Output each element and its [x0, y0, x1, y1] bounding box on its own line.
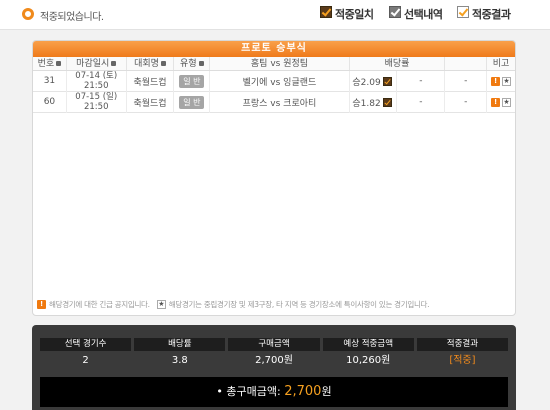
total-unit: 원 [321, 385, 332, 398]
table-row: 31 07-14 (토) 21:50 축월드컵 일 반 벨기에 vs 잉글랜드 … [33, 70, 515, 92]
row-deadline: 07-14 (토) 21:50 [67, 70, 127, 92]
warning-icon[interactable]: ! [491, 97, 501, 107]
notice-urgent: 해당경기에 대한 긴급 공지입니다. [49, 300, 150, 309]
odds-draw: - [397, 70, 446, 92]
status-message: 적중되었습니다. [40, 12, 104, 23]
notice-venue: 해당경기는 중립경기장 및 제3구장, 타 지역 등 경기장소에 특이사항이 있… [168, 300, 430, 309]
legend-notice: ! 해당경기에 대한 긴급 공지입니다. ★ 해당경기는 중립경기장 및 제3구… [37, 298, 511, 311]
filter-hit-label[interactable]: 적중일치 [335, 6, 374, 22]
row-match: 벨기에 vs 잉글랜드 [210, 70, 350, 92]
row-match: 프랑스 vs 크로아티 [210, 91, 350, 113]
summary-result: [적중] [449, 355, 476, 366]
total-amount: 2,700 [284, 384, 322, 399]
row-number: 60 [33, 91, 67, 113]
odds-draw: - [397, 91, 446, 113]
summary-header-games: 선택 경기수 [40, 338, 132, 351]
warning-icon: ! [37, 300, 46, 309]
summary-headers: 선택 경기수 배당률 구매금액 예상 적중금액 적중결과 [40, 338, 509, 351]
col-number[interactable]: 번호 [33, 57, 67, 70]
table-header: 번호 마감일시 대회명 유형 홈팀 vs 원정팀 배당률 비고 [33, 57, 515, 71]
summary-header-result: 적중결과 [416, 338, 509, 351]
summary-values: 2 3.8 2,700원 10,260원 [적중] [40, 354, 508, 368]
filter-selection-label[interactable]: 선택내역 [404, 6, 443, 22]
panel-title: 프로토 승부식 [33, 41, 515, 57]
row-league: 축월드컵 [127, 91, 175, 113]
row-number: 31 [33, 70, 67, 92]
summary-header-purchase: 구매금액 [228, 338, 320, 351]
col-match: 홈팀 vs 원정팀 [210, 57, 350, 70]
col-note: 비고 [492, 59, 510, 69]
odds-lose: - [445, 70, 488, 92]
filter-selection-checkbox[interactable] [389, 6, 401, 18]
col-spacer [445, 57, 488, 70]
row-note: ! ★ [487, 71, 515, 92]
summary-header-odds: 배당률 [134, 338, 226, 351]
summary-purchase: 2,700원 [255, 355, 293, 366]
filter-result-label[interactable]: 적중결과 [472, 6, 511, 22]
top-bar: 적중되었습니다. 적중일치 선택내역 적중결과 [0, 0, 550, 30]
summary-expected: 10,260원 [346, 355, 391, 366]
game-panel: 프로토 승부식 번호 마감일시 대회명 유형 홈팀 vs 원정팀 배당률 비고 … [32, 40, 516, 316]
status-ring-icon [22, 8, 34, 20]
filter-result-checkbox[interactable] [457, 6, 469, 18]
filter-hit-checkbox[interactable] [320, 6, 332, 18]
row-note: ! ★ [487, 92, 515, 113]
star-icon: ★ [156, 300, 166, 309]
star-icon[interactable]: ★ [502, 76, 512, 86]
summary-odds: 3.8 [171, 355, 188, 366]
row-league: 축월드컵 [127, 70, 175, 92]
row-type: 일 반 [174, 70, 211, 92]
odds-lose: - [445, 91, 488, 113]
row-type: 일 반 [174, 91, 211, 113]
warning-icon[interactable]: ! [491, 76, 501, 86]
total-purchase: • 총구매금액: 2,700원 [40, 377, 508, 407]
star-icon[interactable]: ★ [502, 97, 512, 107]
col-deadline[interactable]: 마감일시 [67, 57, 127, 70]
col-odds: 배당률 [350, 57, 446, 70]
odds-selected-icon[interactable] [382, 97, 392, 107]
total-label: • 총구매금액: [216, 385, 281, 398]
row-deadline: 07-15 (일) 21:50 [67, 91, 127, 113]
col-league[interactable]: 대회명 [127, 57, 175, 70]
summary-games: 2 [82, 355, 89, 366]
odds-win[interactable]: 승1.82 [350, 91, 398, 113]
col-type[interactable]: 유형 [174, 57, 211, 70]
purchase-summary: 선택 경기수 배당률 구매금액 예상 적중금액 적중결과 2 3.8 2,700… [32, 325, 516, 410]
table-row: 60 07-15 (일) 21:50 축월드컵 일 반 프랑스 vs 크로아티 … [33, 91, 515, 113]
summary-header-expected: 예상 적중금액 [322, 338, 414, 351]
odds-selected-icon[interactable] [382, 76, 392, 86]
odds-win[interactable]: 승2.09 [350, 70, 398, 92]
